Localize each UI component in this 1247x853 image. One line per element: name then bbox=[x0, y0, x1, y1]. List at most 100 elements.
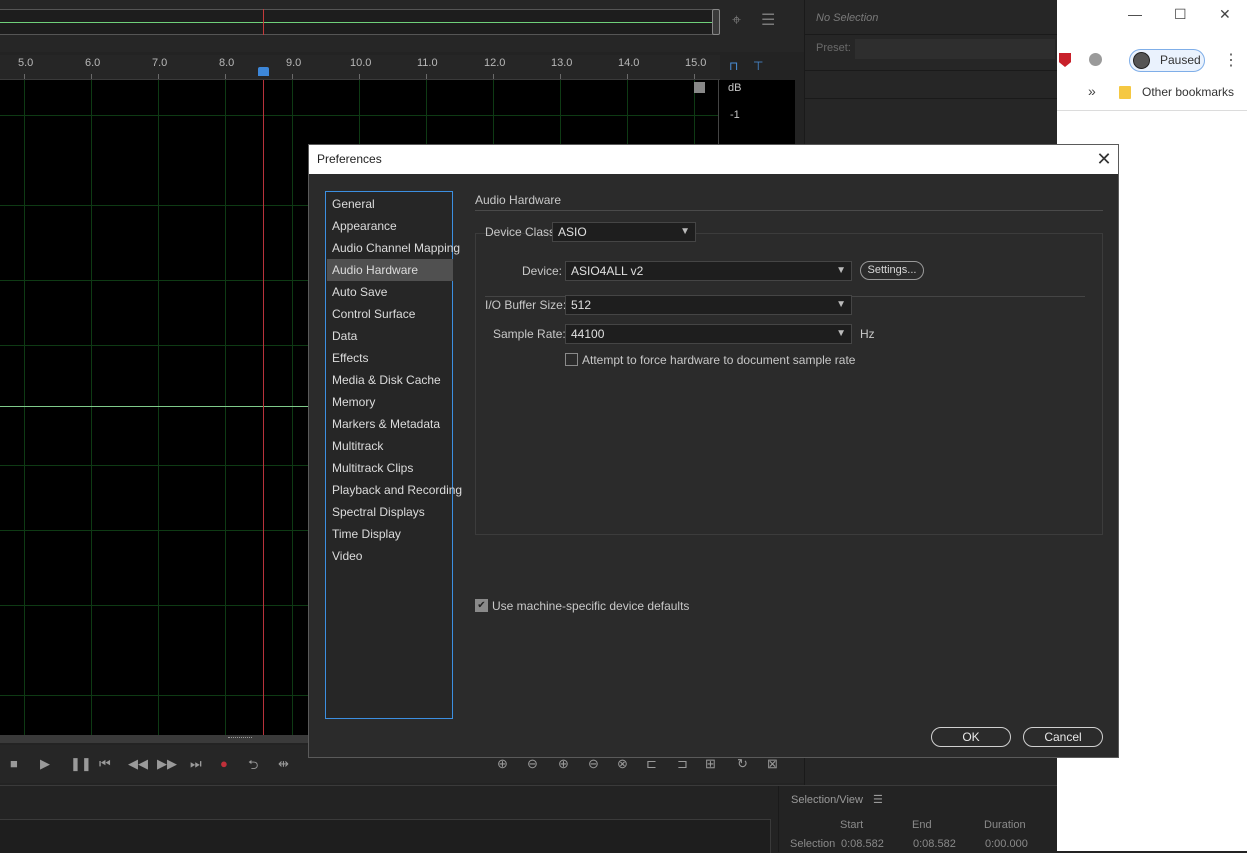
mcafee-shield-icon[interactable] bbox=[1059, 53, 1071, 67]
pause-icon[interactable]: ❚❚ bbox=[70, 756, 92, 772]
category-time-display[interactable]: Time Display bbox=[327, 523, 453, 545]
ruler-label: 7.0 bbox=[152, 57, 168, 69]
marker-icon[interactable]: ⊤ bbox=[753, 58, 763, 74]
category-auto-save[interactable]: Auto Save bbox=[327, 281, 453, 303]
sample-rate-value: 44100 bbox=[571, 327, 605, 341]
category-audio-hardware[interactable]: Audio Hardware bbox=[327, 259, 453, 281]
dialog-title: Preferences bbox=[317, 152, 382, 166]
sample-rate-dropdown[interactable]: 44100 ▼ bbox=[565, 324, 852, 344]
zoom-tool-icon[interactable]: ⌖ bbox=[732, 13, 741, 29]
no-selection-label: No Selection bbox=[816, 12, 879, 24]
grid-line bbox=[158, 80, 159, 735]
force-rate-checkbox[interactable] bbox=[565, 353, 578, 366]
zoom-in-point-icon[interactable]: ⊏ bbox=[646, 756, 657, 772]
cancel-button[interactable]: Cancel bbox=[1023, 727, 1103, 747]
ruler-label: 10.0 bbox=[350, 57, 372, 69]
avatar bbox=[1133, 52, 1150, 69]
category-list[interactable]: General Appearance Audio Channel Mapping… bbox=[325, 191, 462, 719]
device-dropdown[interactable]: ASIO4ALL v2 ▼ bbox=[565, 261, 852, 281]
category-spectral-displays[interactable]: Spectral Displays bbox=[327, 501, 453, 523]
preset-dropdown[interactable] bbox=[855, 39, 1055, 59]
buffer-size-dropdown[interactable]: 512 ▼ bbox=[565, 295, 852, 315]
zoom-full-icon[interactable]: ⊗ bbox=[617, 756, 628, 772]
panel-menu-icon[interactable]: ☰ bbox=[873, 793, 883, 806]
folder-icon bbox=[1119, 86, 1131, 99]
settings-button[interactable]: Settings... bbox=[860, 261, 924, 280]
category-media-disk-cache[interactable]: Media & Disk Cache bbox=[327, 369, 453, 391]
sample-rate-unit: Hz bbox=[860, 327, 875, 341]
category-data[interactable]: Data bbox=[327, 325, 453, 347]
zoom-in-time-icon[interactable]: ⊕ bbox=[558, 756, 569, 772]
force-rate-label[interactable]: Attempt to force hardware to document sa… bbox=[582, 353, 855, 367]
corner-button-icon[interactable] bbox=[694, 82, 705, 93]
zoom-out-amplitude-icon[interactable]: ⊖ bbox=[527, 756, 538, 772]
maximize-icon[interactable]: ☐ bbox=[1174, 6, 1187, 23]
ruler-tick bbox=[359, 74, 360, 79]
snap-icon[interactable]: ⊓ bbox=[729, 58, 738, 74]
category-effects[interactable]: Effects bbox=[327, 347, 453, 369]
ruler-label: 11.0 bbox=[417, 57, 438, 69]
category-control-surface[interactable]: Control Surface bbox=[327, 303, 453, 325]
record-icon[interactable]: ● bbox=[220, 756, 228, 771]
zoom-out-time-icon[interactable]: ⊖ bbox=[588, 756, 599, 772]
selection-start-value[interactable]: 0:08.582 bbox=[841, 838, 884, 850]
category-markers-metadata[interactable]: Markers & Metadata bbox=[327, 413, 453, 435]
category-memory[interactable]: Memory bbox=[327, 391, 453, 413]
machine-defaults-label[interactable]: Use machine-specific device defaults bbox=[492, 599, 689, 613]
zoom-selection-icon[interactable]: ⊞ bbox=[705, 756, 716, 772]
browser-toolbar: — ☐ ✕ Paused ⋮ » Other bookmarks bbox=[1057, 0, 1247, 111]
close-icon[interactable]: ✕ bbox=[1091, 146, 1117, 172]
ruler-tick bbox=[493, 74, 494, 79]
category-general[interactable]: General bbox=[327, 193, 453, 215]
skip-end-icon[interactable]: ⏭ bbox=[190, 756, 202, 772]
ruler-tick bbox=[426, 74, 427, 79]
category-multitrack-clips[interactable]: Multitrack Clips bbox=[327, 457, 453, 479]
category-audio-channel-mapping[interactable]: Audio Channel Mapping bbox=[327, 237, 460, 259]
overview-zoom-handle[interactable] bbox=[712, 9, 720, 35]
skip-selection-icon[interactable]: ⇹ bbox=[278, 756, 289, 772]
zoom-in-amplitude-icon[interactable]: ⊕ bbox=[497, 756, 508, 772]
extension-icon[interactable] bbox=[1089, 53, 1102, 66]
minimize-icon[interactable]: — bbox=[1128, 6, 1142, 22]
ruler-label: 6.0 bbox=[85, 57, 101, 69]
category-appearance[interactable]: Appearance bbox=[327, 215, 453, 237]
selection-end-value[interactable]: 0:08.582 bbox=[913, 838, 956, 850]
category-multitrack[interactable]: Multitrack bbox=[327, 435, 453, 457]
ruler-label: 12.0 bbox=[484, 57, 506, 69]
col-duration-label: Duration bbox=[984, 819, 1026, 831]
device-class-dropdown[interactable]: ASIO ▼ bbox=[552, 222, 696, 242]
chevron-down-icon: ▼ bbox=[836, 328, 846, 339]
profile-paused-button[interactable]: Paused bbox=[1129, 49, 1205, 72]
panel-menu-icon[interactable]: ☰ bbox=[761, 13, 775, 29]
divider bbox=[475, 210, 1103, 211]
device-class-label: Device Class: bbox=[485, 225, 559, 239]
loop-icon[interactable]: ⮌ bbox=[248, 756, 258, 778]
zoom-reset-icon[interactable]: ↻ bbox=[737, 756, 748, 772]
rewind-icon[interactable]: ◀◀ bbox=[128, 756, 148, 772]
playhead-marker[interactable] bbox=[258, 67, 269, 76]
play-icon[interactable]: ▶ bbox=[40, 756, 50, 772]
zoom-out-point-icon[interactable]: ⊐ bbox=[677, 756, 688, 772]
stop-icon[interactable]: ■ bbox=[10, 756, 18, 771]
chevron-down-icon: ▼ bbox=[836, 299, 846, 310]
preferences-dialog: Preferences ✕ General Appearance Audio C… bbox=[308, 144, 1119, 758]
device-value: ASIO4ALL v2 bbox=[571, 264, 644, 278]
playhead-line bbox=[263, 80, 264, 735]
scroll-grip-icon[interactable] bbox=[228, 737, 252, 742]
time-ruler[interactable]: 5.0 6.0 7.0 8.0 9.0 10.0 11.0 12.0 13.0 … bbox=[0, 55, 720, 80]
fast-forward-icon[interactable]: ▶▶ bbox=[157, 756, 177, 772]
ok-button[interactable]: OK bbox=[931, 727, 1011, 747]
bookmarks-overflow[interactable]: » bbox=[1088, 83, 1096, 99]
divider bbox=[778, 786, 779, 852]
close-icon[interactable]: ✕ bbox=[1219, 6, 1231, 23]
zoom-all-tracks-icon[interactable]: ⊠ bbox=[767, 756, 778, 772]
machine-defaults-checkbox[interactable]: ✔ bbox=[475, 599, 488, 612]
category-playback-recording[interactable]: Playback and Recording bbox=[327, 479, 462, 501]
more-menu-icon[interactable]: ⋮ bbox=[1223, 50, 1239, 70]
selection-duration-value[interactable]: 0:00.000 bbox=[985, 838, 1028, 850]
category-video[interactable]: Video bbox=[327, 545, 453, 567]
dialog-titlebar[interactable]: Preferences ✕ bbox=[309, 145, 1118, 174]
skip-start-icon[interactable]: ⏮ bbox=[99, 756, 111, 772]
other-bookmarks[interactable]: Other bookmarks bbox=[1142, 85, 1234, 99]
device-label: Device: bbox=[522, 264, 563, 278]
